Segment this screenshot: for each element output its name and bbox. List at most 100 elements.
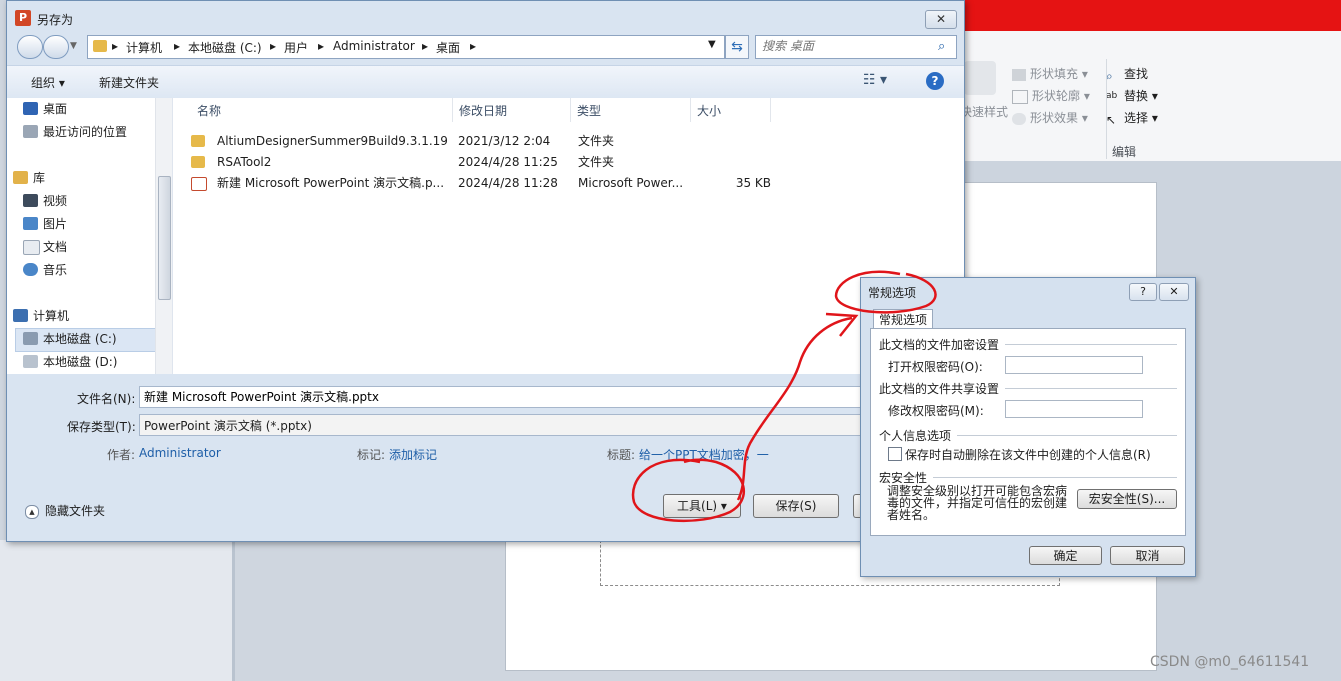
close-button[interactable]: ✕	[1159, 283, 1189, 301]
modify-password-field[interactable]	[1005, 400, 1143, 418]
close-button[interactable]: ✕	[925, 10, 957, 29]
nav-item-documents[interactable]: 文档	[23, 237, 67, 257]
navigation-pane: 桌面 最近访问的位置 库 视频 图片 文档 音乐 计算机 本地磁盘 (C:) 本…	[7, 98, 173, 374]
new-folder-button[interactable]: 新建文件夹	[99, 74, 159, 91]
nav-item-libraries[interactable]: 库	[13, 168, 45, 188]
remove-personal-info-checkbox[interactable]	[888, 447, 902, 461]
breadcrumb-separator[interactable]: ▸	[422, 39, 428, 53]
privacy-section-heading: 个人信息选项	[879, 429, 952, 443]
address-bar[interactable]: ▸ 计算机 ▸ 本地磁盘 (C:) ▸ 用户 ▸ Administrator ▸…	[87, 35, 725, 59]
powerpoint-titlebar	[960, 0, 1341, 31]
remove-personal-info-label[interactable]: 保存时自动删除在该文件中创建的个人信息(R)	[905, 446, 1151, 463]
file-type: Microsoft Power...	[578, 176, 684, 190]
cancel-button[interactable]: 取消	[1110, 546, 1185, 565]
back-button[interactable]	[17, 35, 43, 59]
column-header-name[interactable]: 名称	[191, 98, 453, 122]
replace-button[interactable]: ab 替换 ▾	[1106, 87, 1158, 104]
filename-field[interactable]	[139, 386, 871, 408]
breadcrumb-separator[interactable]: ▸	[270, 39, 276, 53]
options-panel: 此文档的文件加密设置 打开权限密码(O): 此文档的文件共享设置 修改权限密码(…	[870, 328, 1186, 536]
shape-effects-button[interactable]: 形状效果 ▾	[1012, 109, 1088, 126]
desktop-icon	[23, 102, 38, 115]
open-password-field[interactable]	[1005, 356, 1143, 374]
chevron-down-icon: ▾	[720, 499, 727, 513]
find-button[interactable]: ⌕ 查找	[1106, 65, 1148, 83]
tab-general-options[interactable]: 常规选项	[873, 309, 933, 330]
table-row[interactable]: AltiumDesignerSummer9Build9.3.1.19... 20…	[191, 131, 771, 152]
nav-item-drive-d[interactable]: 本地磁盘 (D:)	[23, 352, 117, 372]
forward-button[interactable]	[43, 35, 69, 59]
file-name: AltiumDesignerSummer9Build9.3.1.19...	[217, 134, 447, 148]
drive-icon	[23, 355, 38, 368]
macro-description: 调整安全级别以打开可能包含宏病毒的文件，并指定可信任的宏创建者姓名。	[887, 484, 1068, 522]
save-button[interactable]: 保存(S)	[753, 494, 839, 518]
sharing-section-heading: 此文档的文件共享设置	[879, 382, 1000, 396]
pptx-file-icon	[191, 177, 207, 191]
column-header-type[interactable]: 类型	[571, 98, 691, 122]
view-options-icon[interactable]: ☷ ▾	[863, 72, 887, 88]
hide-folders-button[interactable]: ▲ 隐藏文件夹	[25, 502, 105, 519]
history-dropdown-icon[interactable]: ▼	[70, 41, 77, 51]
column-header-size[interactable]: 大小	[691, 98, 771, 122]
modify-password-label: 修改权限密码(M):	[888, 404, 984, 418]
nav-item-drive-c[interactable]: 本地磁盘 (C:)	[23, 329, 117, 349]
breadcrumb-users[interactable]: 用户	[284, 39, 308, 56]
section-divider	[957, 435, 1177, 436]
modify-password-input[interactable]	[1006, 401, 1142, 417]
nav-item-videos[interactable]: 视频	[23, 191, 67, 211]
breadcrumb-computer[interactable]: 计算机	[126, 39, 162, 56]
editing-group-label: 编辑	[1112, 145, 1137, 159]
help-icon[interactable]: ?	[926, 72, 944, 90]
breadcrumb-separator[interactable]: ▸	[318, 39, 324, 53]
column-header-modified[interactable]: 修改日期	[453, 98, 571, 122]
shape-fill-button[interactable]: 形状填充 ▾	[1012, 65, 1088, 82]
nav-scrollbar-thumb[interactable]	[158, 176, 171, 300]
document-icon	[23, 240, 40, 255]
breadcrumb-drive-c[interactable]: 本地磁盘 (C:)	[188, 39, 262, 56]
file-name: 新建 Microsoft PowerPoint 演示文稿.p...	[217, 176, 445, 190]
nav-scrollbar[interactable]	[155, 98, 172, 374]
music-icon	[23, 263, 38, 276]
shape-outline-button[interactable]: 形状轮廓 ▾	[1012, 87, 1090, 104]
macro-security-button[interactable]: 宏安全性(S)...	[1077, 489, 1177, 509]
ok-button[interactable]: 确定	[1029, 546, 1102, 565]
help-button[interactable]: ?	[1129, 283, 1157, 301]
organize-button[interactable]: 组织 ▾	[31, 74, 65, 91]
select-button[interactable]: ↖ 选择 ▾	[1106, 109, 1158, 127]
drive-icon	[23, 332, 38, 345]
search-input[interactable]	[756, 36, 932, 56]
breadcrumb-administrator[interactable]: Administrator	[333, 39, 415, 53]
nav-item-computer[interactable]: 计算机	[13, 306, 69, 326]
table-row[interactable]: 新建 Microsoft PowerPoint 演示文稿.p... 2024/4…	[191, 173, 771, 194]
refresh-button[interactable]: ⇆	[725, 35, 749, 59]
address-dropdown-icon[interactable]: ▼	[708, 39, 716, 50]
breadcrumb-separator[interactable]: ▸	[112, 39, 118, 53]
recent-places-icon	[23, 125, 38, 138]
search-box[interactable]: ⌕	[755, 35, 957, 59]
nav-item-music[interactable]: 音乐	[23, 260, 67, 280]
section-divider	[933, 477, 1177, 478]
author-value[interactable]: Administrator	[139, 446, 221, 460]
breadcrumb-desktop[interactable]: 桌面	[436, 39, 460, 56]
breadcrumb-separator[interactable]: ▸	[174, 39, 180, 53]
filetype-select[interactable]: PowerPoint 演示文稿 (*.pptx)	[139, 414, 871, 436]
file-type: 文件夹	[578, 155, 615, 169]
nav-item-recent[interactable]: 最近访问的位置	[23, 122, 127, 142]
quick-styles-button[interactable]: 快速样式	[960, 103, 1008, 120]
filename-input[interactable]	[140, 387, 870, 405]
nav-item-pictures[interactable]: 图片	[23, 214, 67, 234]
tags-value[interactable]: 添加标记	[389, 446, 437, 463]
open-password-input[interactable]	[1006, 357, 1142, 373]
title-value[interactable]: 给一个PPT文档加密，一	[639, 446, 769, 463]
table-row[interactable]: RSATool2 2024/4/28 11:25 文件夹	[191, 152, 771, 173]
section-divider	[1005, 388, 1177, 389]
breadcrumb-separator[interactable]: ▸	[470, 39, 476, 53]
nav-item-desktop[interactable]: 桌面	[23, 99, 67, 119]
binoculars-icon: ⌕	[1106, 68, 1113, 83]
folder-icon	[191, 156, 205, 168]
search-icon[interactable]: ⌕	[938, 39, 945, 54]
save-as-titlebar[interactable]: P 另存为 ✕	[7, 1, 964, 35]
tools-button[interactable]: 工具(L) ▾	[663, 494, 741, 518]
computer-icon	[13, 309, 28, 322]
refresh-icon: ⇆	[731, 39, 743, 55]
